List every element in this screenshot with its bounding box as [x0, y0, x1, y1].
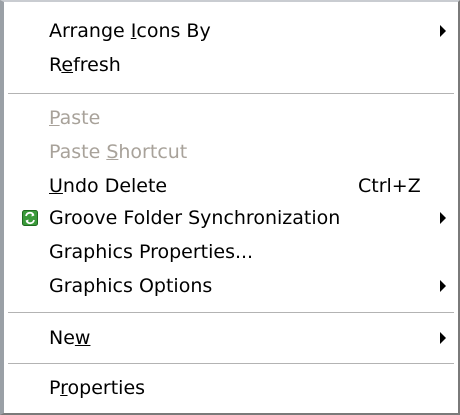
menu-item-label: New — [49, 327, 91, 349]
menu-separator — [8, 363, 454, 365]
menu-item-properties[interactable]: Properties — [4, 373, 458, 403]
menu-item-refresh[interactable]: Refresh — [4, 50, 458, 80]
menu-separator — [8, 312, 454, 314]
submenu-arrow-icon — [440, 25, 446, 37]
groove-sync-icon — [22, 210, 38, 226]
menu-item-label: Graphics Properties... — [49, 241, 254, 263]
menu-item-shortcut: Ctrl+Z — [358, 175, 421, 197]
menu-item-new[interactable]: New — [4, 323, 458, 353]
menu-item-graphics-options[interactable]: Graphics Options — [4, 271, 458, 301]
menu-separator — [8, 93, 454, 95]
menu-item-label: Properties — [49, 377, 146, 399]
menu-item-paste-shortcut: Paste Shortcut — [4, 137, 458, 167]
submenu-arrow-icon — [440, 280, 446, 292]
menu-item-groove-folder-synchronization[interactable]: Groove Folder Synchronization — [4, 203, 458, 233]
menu-item-arrange-icons-by[interactable]: Arrange Icons By — [4, 16, 458, 46]
menu-item-graphics-properties[interactable]: Graphics Properties... — [4, 237, 458, 267]
menu-item-label: Paste Shortcut — [49, 141, 188, 163]
menu-item-label: Groove Folder Synchronization — [49, 207, 341, 229]
submenu-arrow-icon — [440, 332, 446, 344]
submenu-arrow-icon — [440, 212, 446, 224]
menu-item-paste: Paste — [4, 103, 458, 133]
menu-item-label: Undo Delete — [49, 175, 168, 197]
menu-item-label: Paste — [49, 107, 101, 129]
menu-item-undo-delete[interactable]: Undo Delete Ctrl+Z — [4, 171, 458, 201]
menu-item-label: Arrange Icons By — [49, 20, 211, 42]
menu-item-label: Refresh — [49, 54, 121, 76]
menu-item-label: Graphics Options — [49, 275, 213, 297]
desktop-context-menu: Arrange Icons By Refresh Paste Paste Sho… — [0, 0, 460, 415]
